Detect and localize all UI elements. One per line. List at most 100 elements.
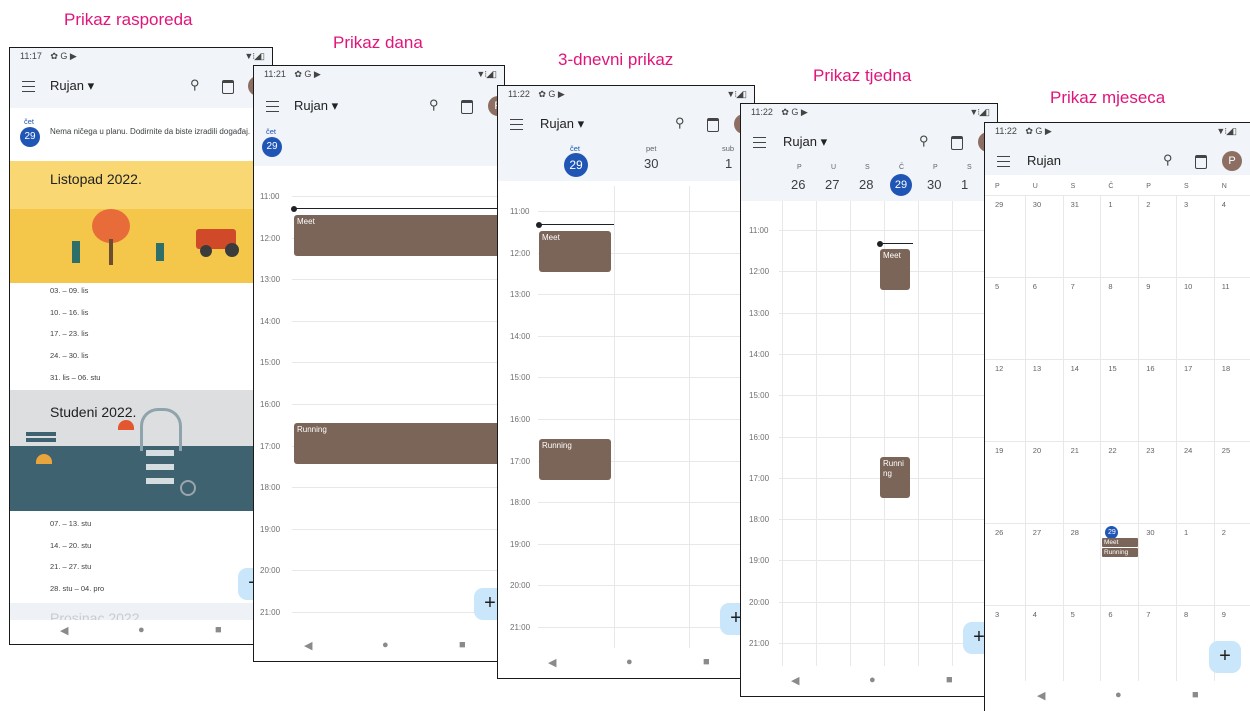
event-meet[interactable]: Meet <box>880 249 910 290</box>
month-day-cell[interactable]: 17 <box>1184 364 1192 373</box>
month-day-cell[interactable]: 26 <box>995 528 1003 537</box>
today-calendar-icon[interactable] <box>951 136 963 150</box>
home-icon[interactable]: ● <box>869 674 876 686</box>
week-range-row[interactable]: 07. – 13. stu <box>50 519 91 528</box>
month-day-cell[interactable]: 1 <box>1108 200 1112 209</box>
month-day-cell[interactable]: 14 <box>1071 364 1079 373</box>
home-icon[interactable]: ● <box>382 639 389 651</box>
month-day-cell[interactable]: 13 <box>1033 364 1041 373</box>
search-icon[interactable]: ⚲ <box>190 77 200 93</box>
month-day-cell[interactable]: 19 <box>995 446 1003 455</box>
avatar[interactable]: P <box>1222 151 1242 171</box>
today-calendar-icon[interactable] <box>707 118 719 132</box>
back-icon[interactable]: ◀ <box>60 624 68 637</box>
today-calendar-icon[interactable] <box>222 80 234 94</box>
month-selector[interactable]: Rujan <box>1027 153 1061 168</box>
month-selector[interactable]: Rujan ▾ <box>50 78 94 94</box>
month-day-cell[interactable]: 31 <box>1071 200 1079 209</box>
menu-icon[interactable] <box>22 81 35 92</box>
month-day-cell[interactable]: 1 <box>1184 528 1188 537</box>
day-number-circle[interactable]: 29 <box>20 127 40 147</box>
week-range-row[interactable]: 03. – 09. lis <box>50 286 88 295</box>
day-number[interactable]: 1 <box>725 156 732 171</box>
month-day-cell[interactable]: 9 <box>1146 282 1150 291</box>
month-day-cell[interactable]: 30 <box>1146 528 1154 537</box>
month-day-cell[interactable]: 6 <box>1033 282 1037 291</box>
month-day-cell[interactable]: 3 <box>1184 200 1188 209</box>
month-day-cell[interactable]: 9 <box>1222 610 1226 619</box>
menu-icon[interactable] <box>266 101 279 112</box>
week-range-row[interactable]: 10. – 16. lis <box>50 308 88 317</box>
day-number-circle[interactable]: 29 <box>890 174 912 196</box>
month-day-cell[interactable]: 10 <box>1184 282 1192 291</box>
month-day-cell[interactable]: 3 <box>995 610 999 619</box>
back-icon[interactable]: ◀ <box>791 674 799 687</box>
menu-icon[interactable] <box>753 137 766 148</box>
recents-icon[interactable]: ■ <box>703 656 710 668</box>
recents-icon[interactable]: ■ <box>459 639 466 651</box>
month-day-cell[interactable]: 2 <box>1146 200 1150 209</box>
recents-icon[interactable]: ■ <box>1192 689 1199 701</box>
month-day-cell[interactable]: 21 <box>1071 446 1079 455</box>
back-icon[interactable]: ◀ <box>1037 689 1045 702</box>
home-icon[interactable]: ● <box>1115 689 1122 701</box>
empty-schedule-text[interactable]: Nema ničega u planu. Dodirnite da biste … <box>50 126 262 137</box>
month-day-cell[interactable]: 27 <box>1033 528 1041 537</box>
week-range-row[interactable]: 24. – 30. lis <box>50 351 88 360</box>
month-day-cell[interactable]: 22 <box>1108 446 1116 455</box>
month-day-cell[interactable]: 8 <box>1108 282 1112 291</box>
month-day-cell[interactable]: 20 <box>1033 446 1041 455</box>
month-day-cell[interactable]: 11 <box>1222 282 1230 291</box>
month-day-cell[interactable]: 8 <box>1184 610 1188 619</box>
search-icon[interactable]: ⚲ <box>1163 152 1173 168</box>
event-running[interactable]: Running <box>294 423 504 464</box>
day-number[interactable]: 28 <box>859 177 873 192</box>
month-day-cell[interactable]: 24 <box>1184 446 1192 455</box>
home-icon[interactable]: ● <box>626 656 633 668</box>
month-day-cell[interactable]: 5 <box>1071 610 1075 619</box>
month-day-cell[interactable]: 15 <box>1108 364 1116 373</box>
day-number[interactable]: 26 <box>791 177 805 192</box>
event-meet[interactable]: Meet <box>294 215 504 256</box>
month-day-cell[interactable]: 4 <box>1222 200 1226 209</box>
menu-icon[interactable] <box>510 119 523 130</box>
month-day-cell[interactable]: 30 <box>1033 200 1041 209</box>
week-range-row[interactable]: 21. – 27. stu <box>50 562 91 571</box>
week-range-row[interactable]: 28. stu – 04. pro <box>50 584 104 593</box>
menu-icon[interactable] <box>997 156 1010 167</box>
month-day-cell[interactable]: 18 <box>1222 364 1230 373</box>
event-meet[interactable]: Meet <box>539 231 611 272</box>
event-running[interactable]: Running <box>1102 548 1138 557</box>
create-event-fab[interactable]: + <box>1209 641 1241 673</box>
month-selector[interactable]: Rujan ▾ <box>540 116 584 132</box>
day-number[interactable]: 30 <box>644 156 658 171</box>
search-icon[interactable]: ⚲ <box>429 97 439 113</box>
month-day-cell[interactable]: 28 <box>1071 528 1079 537</box>
event-meet[interactable]: Meet <box>1102 538 1138 547</box>
day-number[interactable]: 30 <box>927 177 941 192</box>
week-range-row[interactable]: 14. – 20. stu <box>50 541 91 550</box>
month-day-cell[interactable]: 7 <box>1146 610 1150 619</box>
recents-icon[interactable]: ■ <box>215 624 222 636</box>
month-selector[interactable]: Rujan ▾ <box>783 134 827 150</box>
month-day-cell[interactable]: 12 <box>995 364 1003 373</box>
day-number[interactable]: 27 <box>825 177 839 192</box>
search-icon[interactable]: ⚲ <box>675 115 685 131</box>
month-day-cell[interactable]: 2 <box>1222 528 1226 537</box>
event-running[interactable]: Running <box>539 439 611 480</box>
week-range-row[interactable]: 17. – 23. lis <box>50 329 88 338</box>
week-range-row[interactable]: 31. lis – 06. stu <box>50 373 100 382</box>
month-day-cell[interactable]: 25 <box>1222 446 1230 455</box>
month-day-cell[interactable]: 6 <box>1108 610 1112 619</box>
month-day-cell[interactable]: 5 <box>995 282 999 291</box>
day-number-circle[interactable]: 29 <box>564 153 588 177</box>
back-icon[interactable]: ◀ <box>304 639 312 652</box>
event-running[interactable]: Running <box>880 457 910 498</box>
month-day-cell[interactable]: 29 <box>995 200 1003 209</box>
back-icon[interactable]: ◀ <box>548 656 556 669</box>
home-icon[interactable]: ● <box>138 624 145 636</box>
today-calendar-icon[interactable] <box>1195 155 1207 169</box>
search-icon[interactable]: ⚲ <box>919 133 929 149</box>
recents-icon[interactable]: ■ <box>946 674 953 686</box>
month-day-cell[interactable]: 7 <box>1071 282 1075 291</box>
